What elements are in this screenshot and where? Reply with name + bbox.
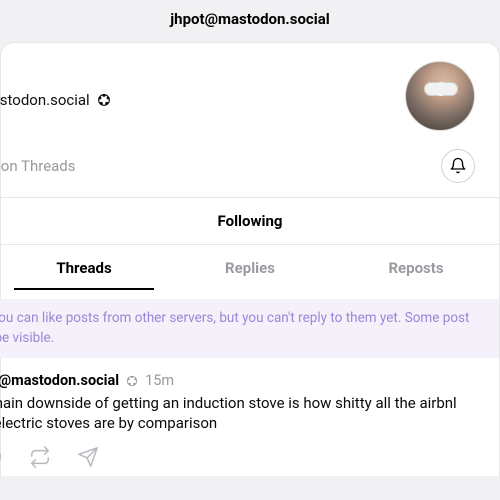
fediverse-icon: [96, 92, 112, 108]
post-body: the main downside of getting an inductio…: [0, 393, 481, 434]
reply-button[interactable]: [0, 446, 3, 468]
federation-info-banner: ·You can like posts from other servers, …: [0, 299, 499, 358]
notify-bell-button[interactable]: [441, 149, 475, 183]
post-timestamp: 15m: [145, 372, 174, 389]
post-actions: [0, 434, 481, 476]
post-author[interactable]: jhpot@mastodon.social: [0, 372, 119, 389]
followers-text[interactable]: wers on Threads: [0, 157, 76, 175]
fediverse-icon: [125, 374, 139, 388]
handle: @mastodon.social: [0, 91, 90, 109]
avatar[interactable]: [405, 61, 475, 131]
following-button[interactable]: Following: [1, 197, 499, 244]
post[interactable]: jhpot@mastodon.social 15m the main downs…: [0, 358, 499, 476]
tab-replies[interactable]: Replies: [167, 245, 333, 289]
profile-tabs: Threads Replies Reposts: [1, 244, 499, 289]
share-button[interactable]: [77, 446, 99, 468]
profile-card: ot @mastodon.social wers on Threads: [0, 42, 500, 476]
repost-button[interactable]: [29, 446, 51, 468]
tab-reposts[interactable]: Reposts: [333, 245, 499, 289]
display-name: ot: [0, 61, 112, 87]
page-title: jhpot@mastodon.social: [0, 0, 500, 42]
tab-threads[interactable]: Threads: [1, 245, 167, 289]
